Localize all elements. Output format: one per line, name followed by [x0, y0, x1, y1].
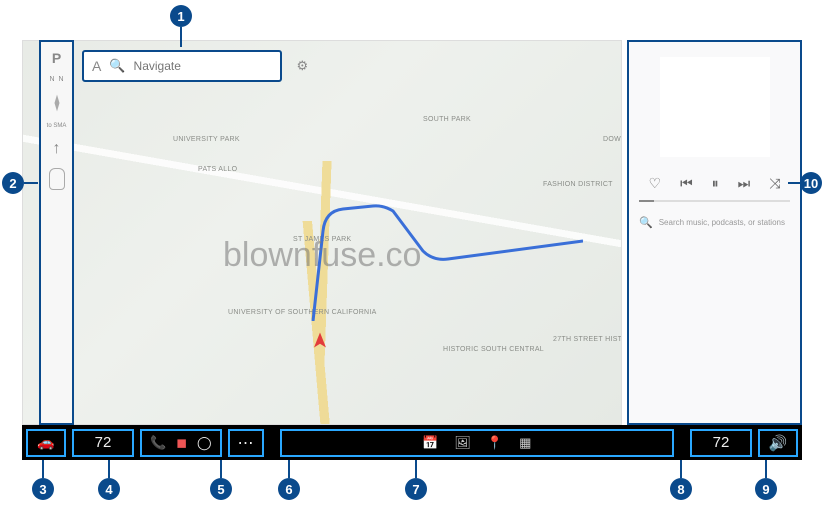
app-launcher-button[interactable]: ⋯: [228, 429, 264, 457]
favorite-icon[interactable]: ♡: [649, 175, 662, 192]
driver-temp-button[interactable]: 72: [72, 429, 134, 457]
callout-3: 3: [32, 478, 54, 500]
callout-6: 6: [278, 478, 300, 500]
map-label: Pats Allo: [198, 166, 237, 173]
calendar-icon[interactable]: 📅: [422, 435, 438, 451]
bottom-dock: 🚗 72 📞 ◼ ◯ ⋯ 📅 🖼 📍 ▦ 72 🔊: [22, 425, 802, 460]
app-tray[interactable]: 📅 🖼 📍 ▦: [280, 429, 674, 457]
callout-8: 8: [670, 478, 692, 500]
photos-icon[interactable]: 🖼: [454, 435, 471, 451]
music-app-icon[interactable]: ◼: [176, 435, 187, 451]
map-label: HISTORIC SOUTH CENTRAL: [443, 346, 544, 353]
compass-icon: [47, 93, 67, 113]
status-sidebar[interactable]: P NN to SMA ↑: [39, 40, 74, 425]
nav-search-bar[interactable]: A 🔍 ⚙: [82, 50, 282, 82]
pause-icon[interactable]: ⏸: [712, 175, 719, 192]
media-progress[interactable]: [639, 200, 790, 202]
media-player-panel: ♡ ⏮ ⏸ ⏭ ⤨ 🔍 Search music, podcasts, or s…: [627, 40, 802, 425]
callout-2: 2: [2, 172, 24, 194]
media-search-bar[interactable]: 🔍 Search music, podcasts, or stations: [639, 216, 790, 229]
quick-controls-group[interactable]: 📞 ◼ ◯: [140, 429, 222, 457]
media-search-placeholder: Search music, podcasts, or stations: [659, 218, 785, 227]
previous-track-icon[interactable]: ⏮: [680, 175, 693, 192]
callout-10: 10: [800, 172, 822, 194]
map-label: FASHION DISTRICT: [543, 181, 613, 188]
car-controls-button[interactable]: 🚗: [26, 429, 66, 457]
map-label: SOUTH PARK: [423, 116, 471, 123]
map-label: UNIVERSITY PARK: [173, 136, 240, 143]
pin-icon[interactable]: 📍: [487, 435, 503, 451]
album-art: [660, 57, 770, 157]
map-label: DOWT AL: [603, 136, 622, 143]
callout-1: 1: [170, 5, 192, 27]
shuffle-icon[interactable]: ⤨: [769, 175, 780, 192]
map-label: ST JAMES PARK: [293, 236, 352, 243]
heading-indicator: NN: [49, 76, 63, 83]
callout-4: 4: [98, 478, 120, 500]
map-label: University of Southern California: [228, 309, 377, 316]
passenger-temp-button[interactable]: 72: [690, 429, 752, 457]
destination-input[interactable]: [134, 59, 289, 73]
map-canvas[interactable]: blownfuse.co UNIVERSITY PARKPats AlloSOU…: [22, 40, 622, 425]
circle-icon[interactable]: ◯: [197, 435, 212, 451]
search-icon: 🔍: [639, 216, 653, 229]
settings-icon[interactable]: ⚙: [297, 58, 309, 74]
search-icon: 🔍: [109, 58, 125, 74]
car-outline-icon: [49, 168, 65, 190]
callout-9: 9: [755, 478, 777, 500]
callout-7: 7: [405, 478, 427, 500]
map-label: 27TH STREET HISTORIC DISTRICT: [553, 336, 622, 343]
phone-icon[interactable]: 📞: [150, 435, 166, 451]
destination-icon: A: [92, 58, 101, 74]
grid-icon[interactable]: ▦: [519, 435, 531, 451]
arrow-up-icon: ↑: [53, 140, 61, 158]
next-track-icon[interactable]: ⏭: [738, 175, 751, 192]
callout-5: 5: [210, 478, 232, 500]
current-location-marker: [311, 331, 329, 349]
heading-detail: to SMA: [47, 123, 67, 130]
volume-button[interactable]: 🔊: [758, 429, 798, 457]
gear-indicator: P: [52, 50, 61, 66]
